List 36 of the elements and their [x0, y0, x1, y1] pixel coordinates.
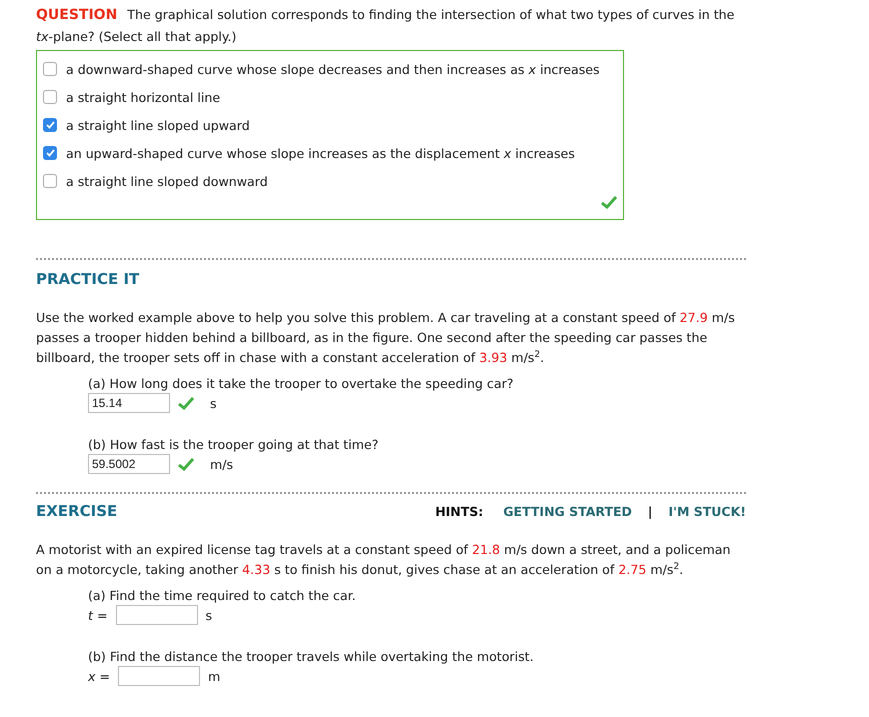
unit-label: m	[208, 668, 220, 684]
part-question: (a) Find the time required to catch the car.	[88, 588, 357, 603]
section-title: EXERCISE	[36, 502, 118, 520]
part-question: (b) Find the distance the trooper travels while overtaking the motorist.	[88, 649, 535, 664]
correct-check-icon	[601, 195, 617, 209]
checkbox[interactable]	[43, 118, 57, 132]
option-label: an upward-shaped curve whose slope increases as the displacement x increases	[66, 146, 575, 160]
unit-label: s	[206, 608, 212, 622]
problem-text: A motorist with an expired license tag travels at a constant speed of 21.8 m/s down a street, and a policeman on a motorcycle, taking another 4.33 s to finish his donut, gives chase at an acceleration of 2.75 m/s$^{2}$.	[36, 541, 732, 579]
section-title: PRACTICE IT	[36, 270, 140, 288]
hints-label: HINTS:	[435, 504, 484, 518]
hint-link[interactable]: GETTING STARTED	[503, 504, 632, 518]
unit-label: s	[210, 396, 217, 410]
answer-field[interactable]	[116, 605, 198, 625]
checkbox[interactable]	[43, 90, 57, 104]
correct-check-icon	[178, 396, 194, 410]
answer-field[interactable]	[118, 666, 200, 686]
variable-label: t =	[88, 608, 108, 622]
part-question: (a) How long does it take the trooper to overtake the speeding car?	[88, 376, 514, 391]
answer-field[interactable]: 15.14	[88, 393, 170, 413]
checkbox[interactable]	[43, 174, 57, 188]
option-label: a straight line sloped downward	[66, 174, 268, 188]
option-label: a downward-shaped curve whose slope decreases and then increases as x increases	[66, 62, 600, 76]
option-label: a straight horizontal line	[66, 90, 220, 104]
question-text: QUESTION The graphical solution corresponds to finding the intersection of what two types of curves in the tx-plane? (Select all that apply.)	[36, 6, 736, 46]
checkbox[interactable]	[43, 62, 57, 76]
hint-link[interactable]: I'M STUCK!	[668, 504, 746, 518]
unit-label: m/s	[210, 456, 234, 472]
checkbox[interactable]	[43, 146, 57, 160]
separator: |	[648, 504, 652, 518]
option-label: a straight line sloped upward	[66, 118, 250, 132]
correct-check-icon	[178, 457, 194, 471]
variable-label: x =	[88, 668, 110, 684]
part-question: (b) How fast is the trooper going at that time?	[88, 437, 380, 452]
answer-field[interactable]: 59.5002	[88, 454, 170, 474]
problem-text: Use the worked example above to help you solve this problem. A car traveling at a constant speed of 27.9 m/s passes a trooper hidden behind a billboard, as in the figure. One second after the speeding car passes the billboard, the trooper sets off in chase with a constant acceleration of 3.93 m/s$^{2}$.	[36, 309, 736, 367]
